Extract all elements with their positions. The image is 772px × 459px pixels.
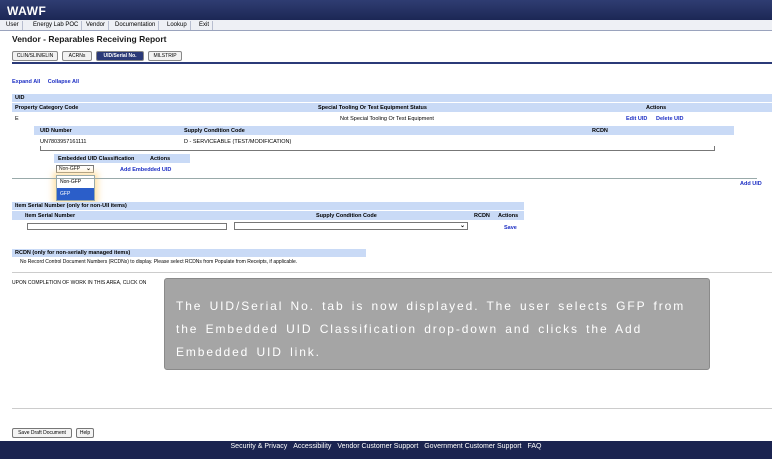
uid-subcolumns-band [34,126,734,135]
footer-security-link[interactable]: Security & Privacy [231,443,288,450]
menu-lookup[interactable]: Lookup [164,21,191,30]
col-property-category: Property Category Code [15,105,79,111]
supply-condition-value: D - SERVICEABLE (TEST/MODIFICATION) [184,139,292,145]
footer-gov-support-link[interactable]: Government Customer Support [424,443,521,450]
item-save-link[interactable]: Save [504,225,517,231]
expand-all-link[interactable]: Expand All [12,79,40,85]
menu-exit[interactable]: Exit [196,21,214,30]
chevron-down-icon: ⌄ [85,166,91,172]
col-item-rcdn: RCDN [474,213,490,219]
help-button[interactable]: Help [76,428,94,438]
delete-uid-link[interactable]: Delete UID [656,116,684,122]
item-supply-select[interactable]: ⌄ [234,222,468,230]
rcdn-divider [12,272,772,273]
uid-header: UID [15,95,25,101]
page-title: Vendor - Reparables Receiving Report [12,34,167,44]
item-serial-input[interactable] [27,223,227,230]
menu-vendor[interactable]: Vendor [83,21,110,30]
menu-energy-lab[interactable]: Energy Lab POC [30,21,83,30]
tab-underline [12,62,772,64]
uid-subrow-frame [40,146,715,151]
rcdn-message: No Record Control Document Numbers (RCDN… [20,259,298,265]
col-rcdn: RCDN [592,128,608,134]
col-item-actions: Actions [498,213,519,219]
expand-collapse-links: Expand All Collapse All [12,79,85,85]
footer: Security & Privacy Accessibility Vendor … [0,441,772,459]
add-uid-link[interactable]: Add UID [740,181,762,187]
footer-vendor-support-link[interactable]: Vendor Customer Support [337,443,418,450]
col-item-supply: Supply Condition Code [316,213,377,219]
footer-faq-link[interactable]: FAQ [527,443,541,450]
menu-bar: User Energy Lab POC Vendor Documentation… [0,20,772,31]
col-actions: Actions [646,105,667,111]
col-supply-condition: Supply Condition Code [184,128,245,134]
item-serial-columns-band [12,211,524,220]
instruction-text: The UID/Serial No. tab is now displayed.… [176,299,686,359]
item-serial-header: Item Serial Number (only for non-UII ite… [15,203,127,209]
tab-clin[interactable]: CLIN/SLIN/ELIN [12,51,58,61]
menu-documentation[interactable]: Documentation [112,21,160,30]
app-title: WAWF [7,4,47,18]
embedded-classification-select[interactable]: Non-GFP ⌄ [56,165,94,173]
add-embedded-uid-link[interactable]: Add Embedded UID [120,167,171,173]
collapse-all-link[interactable]: Collapse All [48,79,79,85]
footer-accessibility-link[interactable]: Accessibility [293,443,331,450]
menu-user[interactable]: User [3,21,23,30]
col-uid-number: UID Number [40,128,72,134]
col-embedded-actions: Actions [150,156,171,162]
save-draft-button[interactable]: Save Draft Document [12,428,72,438]
tab-acrns[interactable]: ACRNs [62,51,92,61]
col-embedded-classification: Embedded UID Classification [58,156,135,162]
chevron-down-icon: ⌄ [459,223,465,229]
instruction-overlay: The UID/Serial No. tab is now displayed.… [164,278,710,370]
option-gfp[interactable]: GFP [57,188,94,200]
embedded-classification-value: Non-GFP [59,166,81,172]
edit-uid-link[interactable]: Edit UID [626,116,647,122]
col-special-tooling: Special Tooling Or Test Equipment Status [318,105,427,111]
row-property-code: E [15,116,19,122]
uid-divider [12,178,757,179]
completion-text: UPON COMPLETION OF WORK IN THIS AREA, CL… [12,280,147,286]
app-title-bar: WAWF [0,0,772,20]
uid-number-value: UN7803957161111 [40,139,87,145]
col-item-serial: Item Serial Number [25,213,76,219]
bottom-divider [12,408,772,409]
row-special-status: Not Special Tooling Or Test Equipment [340,116,434,122]
tab-uid-serial[interactable]: UID/Serial No. [96,51,144,61]
rcdn-header: RCDN (only for non-serially managed item… [15,250,131,256]
uid-header-band [12,94,772,102]
tab-milstrip[interactable]: MILSTRIP [148,51,182,61]
